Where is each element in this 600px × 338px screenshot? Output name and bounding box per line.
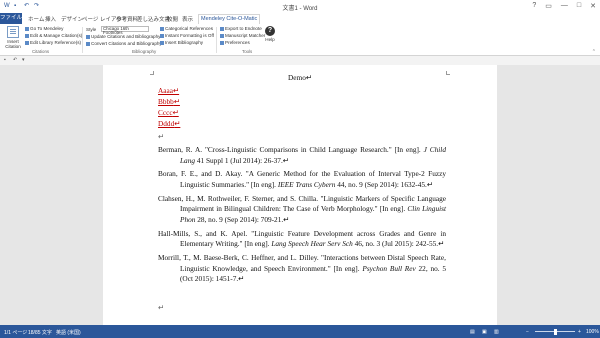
go-to-mendeley-button[interactable]: Go To Mendeley bbox=[25, 26, 63, 31]
group-label-tools: Tools bbox=[242, 49, 253, 54]
web-layout-icon[interactable]: ▥ bbox=[494, 329, 499, 335]
edit-icon bbox=[25, 33, 29, 38]
window-title: 文書1 - Word bbox=[282, 6, 318, 12]
minimize-button[interactable]: — bbox=[561, 2, 568, 10]
status-bar: 1/1 ページ 18/85 文字 英語 (米国) ▤ ▣ ▥ − + 100% bbox=[0, 325, 600, 338]
empty-paragraph-mark: ↵ bbox=[158, 132, 165, 141]
export-icon bbox=[220, 26, 224, 31]
help-window-button[interactable]: ? bbox=[532, 2, 536, 10]
style-select[interactable]: Chicago 16th Footnotes bbox=[101, 26, 149, 35]
undo-icon[interactable]: ↶ bbox=[13, 57, 17, 63]
zoom-out-icon[interactable]: − bbox=[526, 329, 529, 335]
heading-item[interactable]: Cccc↵ bbox=[158, 107, 180, 118]
empty-paragraph-mark: ↵ bbox=[158, 303, 165, 312]
title-bar: W ▪ ↶ ↷ 文書1 - Word ? ▭ — □ ✕ bbox=[0, 0, 600, 13]
ribbon-separator bbox=[82, 27, 83, 53]
category-icon bbox=[160, 26, 164, 31]
bibliography-entry[interactable]: Hall-Mills, S., and K. Apel. "Linguistic… bbox=[158, 229, 446, 250]
bibliography-icon bbox=[160, 40, 164, 45]
help-button[interactable]: ? Help bbox=[263, 26, 277, 42]
tab-file[interactable]: ファイル bbox=[0, 13, 22, 24]
save-icon[interactable]: ▪ bbox=[4, 57, 6, 63]
dropdown-icon[interactable]: ▾ bbox=[22, 57, 25, 63]
tab-design[interactable]: デザイン bbox=[61, 15, 83, 23]
tab-mendeley[interactable]: Mendeley Cite-O-Matic bbox=[198, 14, 261, 24]
instant-formatting-button[interactable]: Instant Formatting is Off bbox=[160, 33, 214, 38]
bibliography-entry[interactable]: Morrill, T., M. Baese-Berk, C. Heffner, … bbox=[158, 253, 446, 285]
tab-home[interactable]: ホーム bbox=[28, 15, 44, 23]
categorical-references-button[interactable]: Categorical References bbox=[160, 26, 213, 31]
document-page[interactable]: Demo↵ Aaaa↵ Bbbb↵ Cccc↵ Dddd↵ ↵ Berman, … bbox=[103, 65, 497, 325]
maximize-button[interactable]: □ bbox=[577, 2, 581, 10]
edit-manage-citation-button[interactable]: Edit & Manage Citation(s) bbox=[25, 33, 82, 38]
ribbon: Insert Citation Go To Mendeley Edit & Ma… bbox=[0, 24, 600, 56]
preferences-icon bbox=[220, 40, 224, 45]
mendeley-icon bbox=[25, 26, 29, 31]
tab-references[interactable]: 参考資料 bbox=[116, 15, 138, 23]
convert-icon bbox=[86, 41, 90, 46]
tab-mailings[interactable]: 差し込み文書 bbox=[137, 15, 170, 23]
help-icon: ? bbox=[265, 26, 275, 36]
bibliography-entry[interactable]: Boran, F. E., and D. Akay. "A Generic Me… bbox=[158, 169, 446, 190]
insert-citation-icon bbox=[7, 26, 19, 38]
document-heading: Demo↵ bbox=[288, 73, 312, 82]
bibliography-entry[interactable]: Berman, R. A. "Cross-Linguistic Comparis… bbox=[158, 145, 446, 166]
close-button[interactable]: ✕ bbox=[590, 2, 596, 10]
zoom-in-icon[interactable]: + bbox=[578, 329, 581, 335]
group-label-citations: Citations bbox=[32, 49, 50, 54]
edit-library-reference-button[interactable]: Edit Library Reference(s) bbox=[25, 40, 81, 45]
collapse-ribbon-icon[interactable]: ⌃ bbox=[592, 49, 596, 55]
page-count[interactable]: 1/1 ページ bbox=[4, 329, 27, 336]
quick-bar: ▪ ↶ ▾ bbox=[0, 56, 600, 65]
bibliography-entry[interactable]: Clahsen, H., M. Rothweiler, F. Sterner, … bbox=[158, 194, 446, 226]
style-label: Style bbox=[86, 27, 97, 32]
ribbon-separator bbox=[216, 27, 217, 53]
heading-item[interactable]: Bbbb↵ bbox=[158, 96, 180, 107]
read-mode-icon[interactable]: ▤ bbox=[470, 329, 475, 335]
zoom-level[interactable]: 100% bbox=[586, 329, 599, 335]
convert-citations-button[interactable]: Convert Citations and Bibliography bbox=[86, 41, 162, 46]
group-label-bibliography: Bibliography bbox=[132, 49, 157, 54]
heading-list: Aaaa↵ Bbbb↵ Cccc↵ Dddd↵ bbox=[158, 85, 180, 129]
preferences-button[interactable]: Preferences bbox=[220, 40, 250, 45]
zoom-slider-thumb[interactable] bbox=[553, 329, 557, 335]
bibliography: Berman, R. A. "Cross-Linguistic Comparis… bbox=[158, 145, 446, 288]
tab-insert[interactable]: 挿入 bbox=[45, 15, 56, 23]
tab-review[interactable]: 校閲 bbox=[167, 15, 178, 23]
update-citations-button[interactable]: Update Citations and Bibliography bbox=[86, 34, 160, 39]
insert-citation-button[interactable]: Insert Citation bbox=[3, 26, 23, 49]
language-indicator[interactable]: 英語 (米国) bbox=[56, 329, 81, 336]
insert-bibliography-button[interactable]: Insert Bibliography bbox=[160, 40, 203, 45]
refresh-icon bbox=[86, 34, 90, 39]
manuscript-icon bbox=[220, 33, 224, 38]
export-button[interactable]: Export to Endnote bbox=[220, 26, 262, 31]
heading-item[interactable]: Aaaa↵ bbox=[158, 85, 180, 96]
manuscript-matcher-button[interactable]: Manuscript Matcher bbox=[220, 33, 265, 38]
library-icon bbox=[25, 40, 29, 45]
tab-view[interactable]: 表示 bbox=[182, 15, 193, 23]
format-icon bbox=[160, 33, 164, 38]
print-layout-icon[interactable]: ▣ bbox=[482, 329, 487, 335]
ribbon-display-button[interactable]: ▭ bbox=[545, 2, 552, 10]
ribbon-tabs: ファイル ホーム 挿入 デザイン ページ レイアウト 参考資料 差し込み文書 校… bbox=[0, 13, 600, 24]
heading-item[interactable]: Dddd↵ bbox=[158, 118, 180, 129]
word-count[interactable]: 18/85 文字 bbox=[28, 329, 52, 336]
